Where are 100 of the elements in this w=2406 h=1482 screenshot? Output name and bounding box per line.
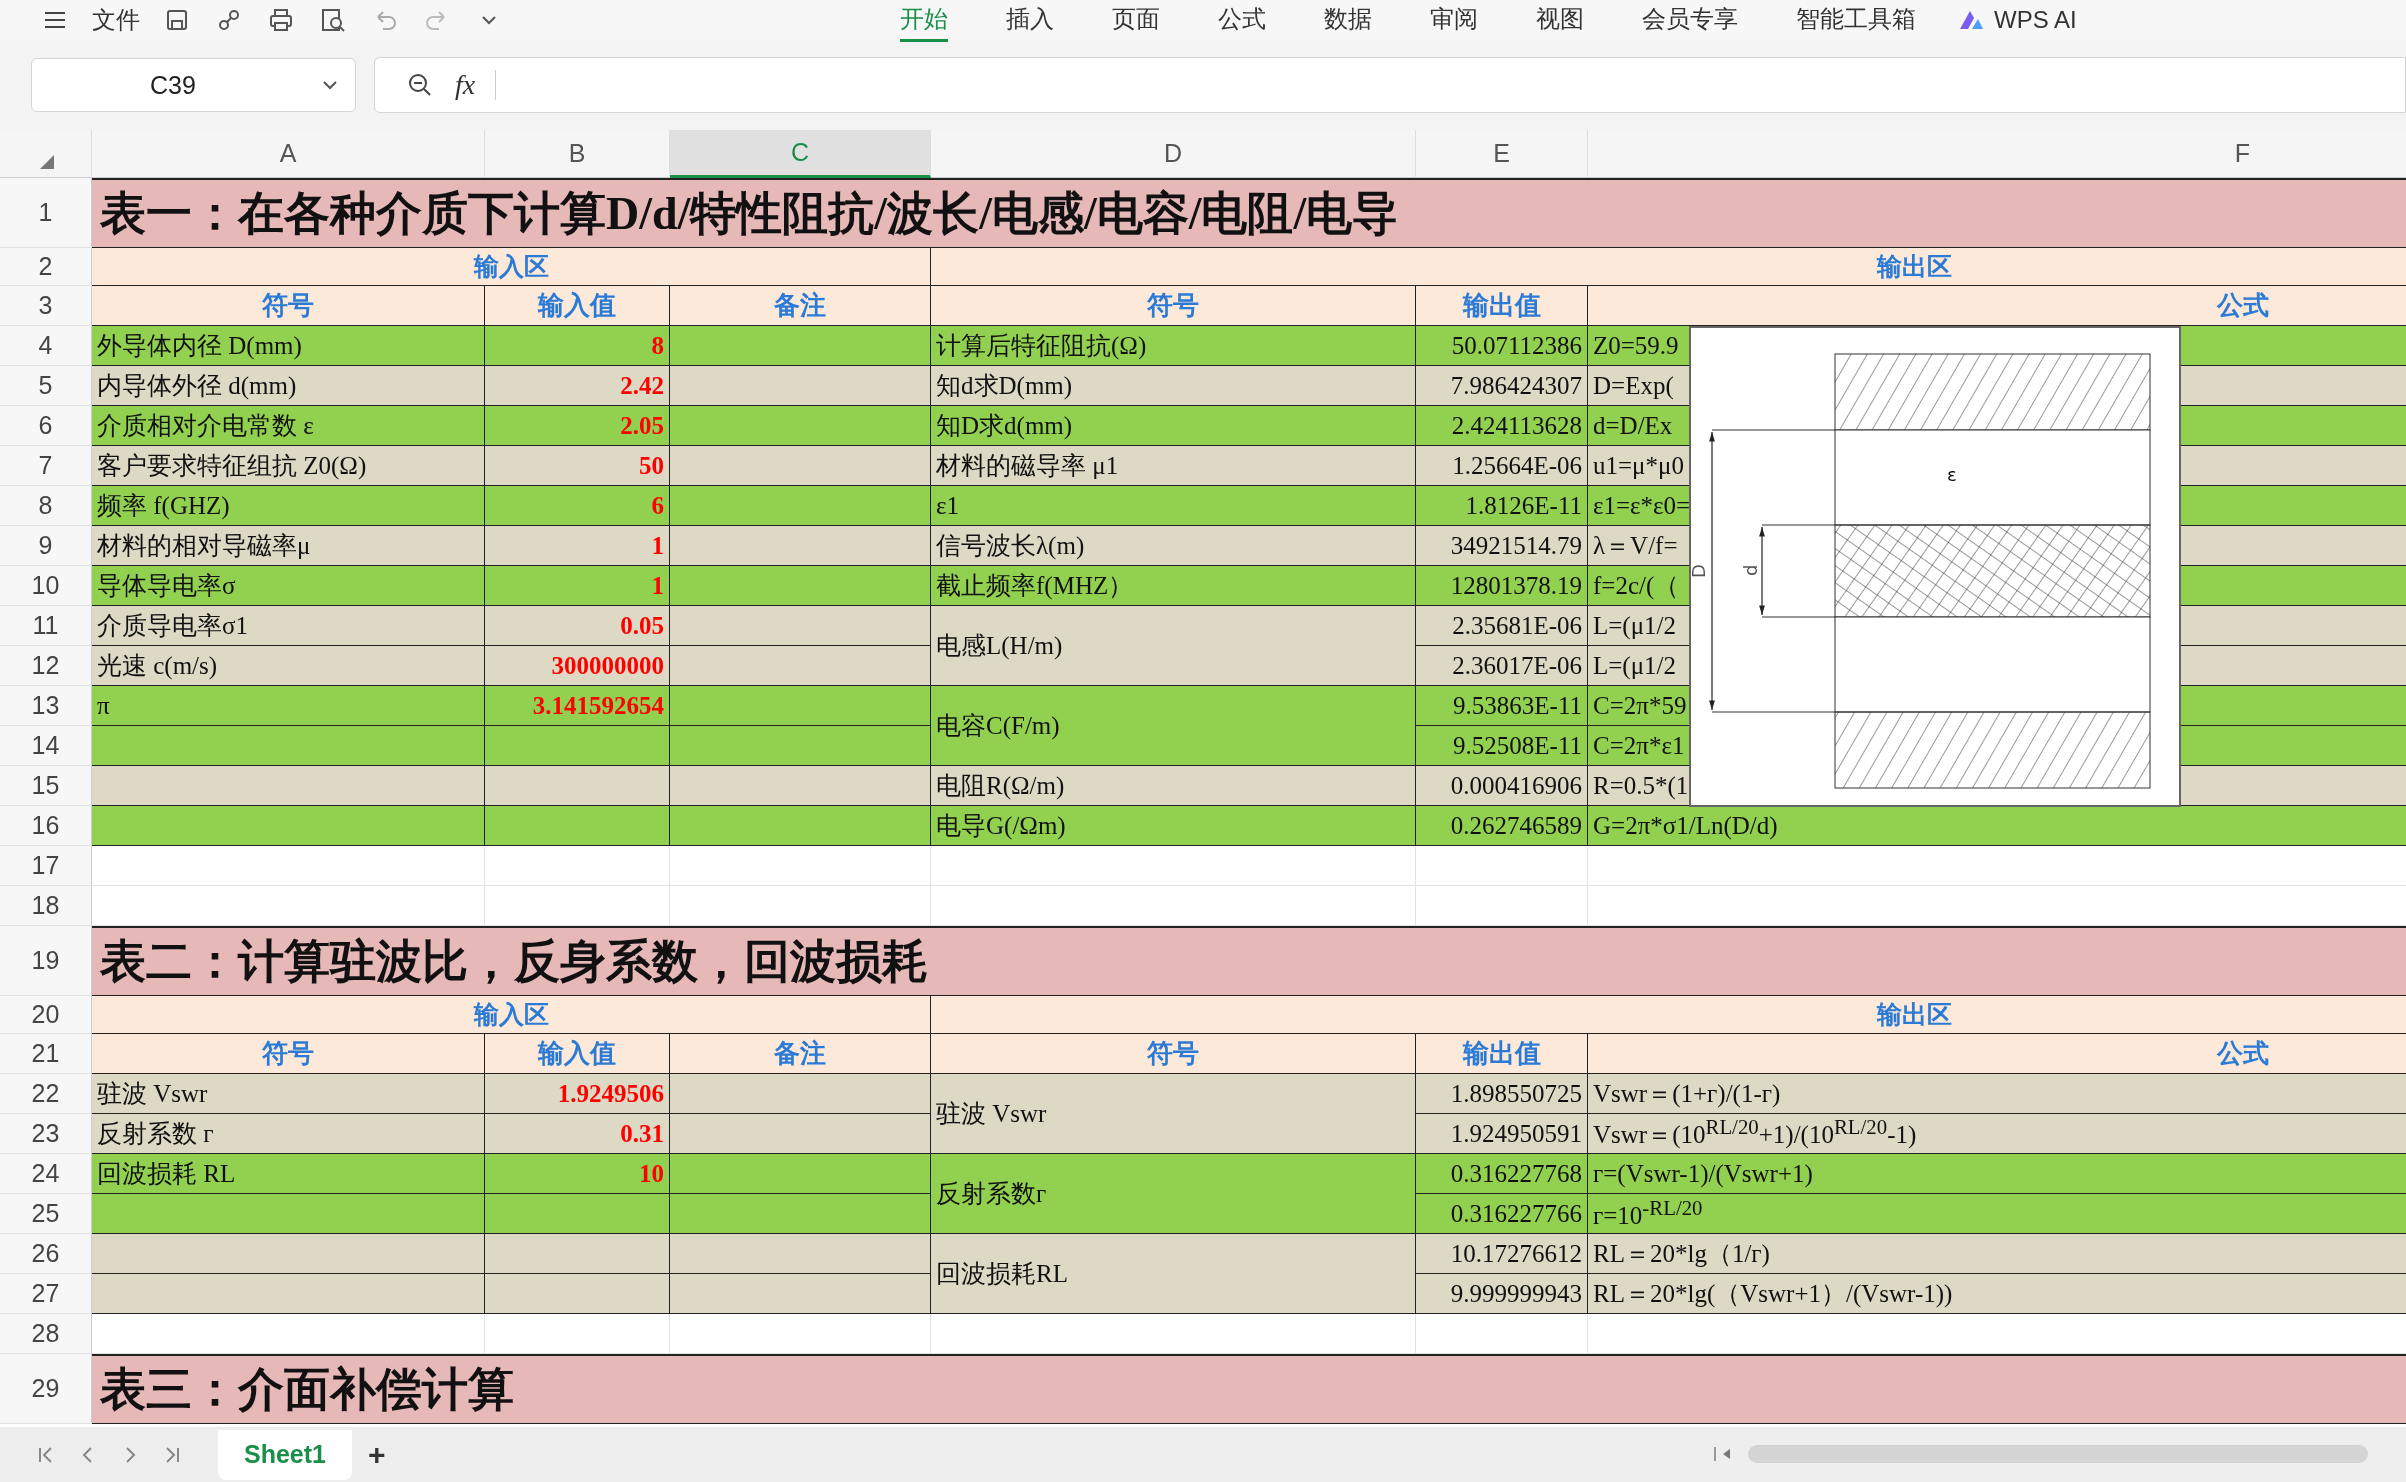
table-cell: 材料的磁导率 μ1 — [931, 446, 1416, 486]
table-cell: 7.986424307 — [1416, 366, 1588, 406]
row-number[interactable]: 23 — [0, 1114, 92, 1154]
dielectric-label: ε — [1947, 464, 1957, 485]
row-number[interactable]: 13 — [0, 686, 92, 726]
ai-tab[interactable]: WPS AI — [1994, 6, 2077, 34]
section-heading: 输出区 — [931, 248, 2406, 286]
row-number[interactable]: 2 — [0, 248, 92, 286]
table-cell: 9.53863E-11 — [1416, 686, 1588, 726]
horizontal-scrollbar[interactable] — [1748, 1445, 2368, 1463]
table-cell: 2.35681E-06 — [1416, 606, 1588, 646]
table-cell: 1 — [485, 566, 670, 606]
table-cell: 0.262746589 — [1416, 806, 1588, 846]
column-heading: 符号 — [931, 1034, 1416, 1074]
ribbon-tab[interactable]: 数据 — [1324, 0, 1372, 42]
table-cell: 频率 f(GHZ) — [92, 486, 485, 526]
table-cell: 1.9249506 — [485, 1074, 670, 1114]
table-cell: 介质相对介电常数 ε — [92, 406, 485, 446]
table-cell: 0.05 — [485, 606, 670, 646]
row-number[interactable]: 29 — [0, 1354, 92, 1424]
row-number[interactable]: 10 — [0, 566, 92, 606]
table-title: 表二：计算驻波比，反身系数，回波损耗 — [92, 926, 2406, 996]
table-cell: G=2π*σ1/Ln(D/d) — [1588, 806, 2406, 846]
row-number[interactable]: 25 — [0, 1194, 92, 1234]
table-cell: 2.424113628 — [1416, 406, 1588, 446]
table-cell: 10 — [485, 1154, 670, 1194]
table-cell: 9.52508E-11 — [1416, 726, 1588, 766]
table-title: 表三：介面补偿计算 — [92, 1354, 2406, 1424]
row-number[interactable]: 7 — [0, 446, 92, 486]
name-box[interactable]: C39 — [31, 58, 356, 112]
dimension-label: D — [1689, 564, 1709, 578]
file-menu[interactable]: 文件 — [92, 4, 140, 36]
row-number[interactable]: 9 — [0, 526, 92, 566]
column-heading: 符号 — [92, 286, 485, 326]
column-heading: 公式 — [1588, 1034, 2406, 1074]
table-cell: 3.141592654 — [485, 686, 670, 726]
table-cell: 0.000416906 — [1416, 766, 1588, 806]
table-cell: 1.898550725 — [1416, 1074, 1588, 1114]
ribbon-tab[interactable]: 审阅 — [1430, 0, 1478, 42]
row-number[interactable]: 17 — [0, 846, 92, 886]
row-number[interactable]: 12 — [0, 646, 92, 686]
table-cell: г=(Vswr-1)/(Vswr+1) — [1588, 1154, 2406, 1194]
section-heading: 输出区 — [931, 996, 2406, 1034]
table-cell: 导体导电率σ — [92, 566, 485, 606]
table-cell: 外导体内径 D(mm) — [92, 326, 485, 366]
table-cell: 8 — [485, 326, 670, 366]
row-number[interactable]: 22 — [0, 1074, 92, 1114]
column-heading: 输出值 — [1416, 286, 1588, 326]
column-heading: 公式 — [1588, 286, 2406, 326]
ribbon-tab[interactable]: 视图 — [1536, 0, 1584, 42]
row-number[interactable]: 27 — [0, 1274, 92, 1314]
table-cell: 驻波 Vswr — [931, 1074, 1416, 1154]
table-cell: 截止频率f(MHZ） — [931, 566, 1416, 606]
function-label[interactable]: fx — [455, 69, 476, 101]
table-cell: 材料的相对导磁率μ — [92, 526, 485, 566]
row-number[interactable]: 16 — [0, 806, 92, 846]
row-number[interactable]: 24 — [0, 1154, 92, 1194]
table-cell: 34921514.79 — [1416, 526, 1588, 566]
row-number[interactable]: 8 — [0, 486, 92, 526]
table-cell: 10.17276612 — [1416, 1234, 1588, 1274]
row-number[interactable]: 4 — [0, 326, 92, 366]
row-number[interactable]: 28 — [0, 1314, 92, 1354]
ribbon-tab[interactable]: 插入 — [1006, 0, 1054, 42]
table-cell: 电阻R(Ω/m) — [931, 766, 1416, 806]
row-number[interactable]: 1 — [0, 178, 92, 248]
section-heading: 输入区 — [92, 248, 931, 286]
row-number[interactable]: 26 — [0, 1234, 92, 1274]
sheet-tab[interactable]: Sheet1 — [218, 1429, 352, 1480]
table-cell: 1.25664E-06 — [1416, 446, 1588, 486]
table-cell: 信号波长λ(m) — [931, 526, 1416, 566]
add-sheet-button[interactable]: + — [368, 1437, 386, 1472]
table-cell: RL＝20*lg（1/г) — [1588, 1234, 2406, 1274]
table-cell: 300000000 — [485, 646, 670, 686]
table-cell: 知d求D(mm) — [931, 366, 1416, 406]
ribbon-tab[interactable]: 会员专享 — [1642, 0, 1738, 42]
row-number[interactable]: 14 — [0, 726, 92, 766]
ribbon-tab[interactable]: 智能工具箱 — [1796, 0, 1916, 42]
row-number[interactable]: 21 — [0, 1034, 92, 1074]
table-cell: 6 — [485, 486, 670, 526]
ribbon-tab[interactable]: 公式 — [1218, 0, 1266, 42]
row-number[interactable]: 5 — [0, 366, 92, 406]
dimension-label: d — [1740, 564, 1761, 576]
table-cell: г=10$^{-RL/20}$ — [1588, 1194, 2406, 1234]
formula-field[interactable]: fx — [374, 57, 2406, 113]
row-number[interactable]: 18 — [0, 886, 92, 926]
table-cell: 电导G(/Ωm) — [931, 806, 1416, 846]
table-cell: 50 — [485, 446, 670, 486]
table-cell: Vswr＝(10$^{RL/20}$+1)/(10$^{RL/20}$-1) — [1588, 1114, 2406, 1154]
ribbon-tab[interactable]: 页面 — [1112, 0, 1160, 42]
row-number[interactable]: 20 — [0, 996, 92, 1034]
table-cell: 介质导电率σ1 — [92, 606, 485, 646]
row-number[interactable]: 6 — [0, 406, 92, 446]
row-number[interactable]: 15 — [0, 766, 92, 806]
row-number[interactable]: 11 — [0, 606, 92, 646]
table-cell: 计算后特征阻抗(Ω) — [931, 326, 1416, 366]
table-cell: RL＝20*lg(（Vswr+1）/(Vswr-1)) — [1588, 1274, 2406, 1314]
table-cell: 0.316227768 — [1416, 1154, 1588, 1194]
row-number[interactable]: 3 — [0, 286, 92, 326]
table-cell: 知D求d(mm) — [931, 406, 1416, 446]
row-number[interactable]: 19 — [0, 926, 92, 996]
